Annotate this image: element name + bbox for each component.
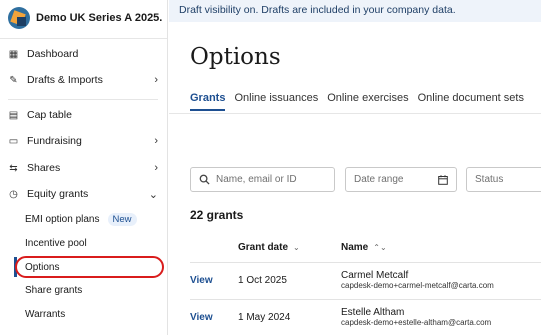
grants-count: 22 grants — [190, 208, 244, 222]
sidebar-item-cap-table[interactable]: ▤ Cap table — [8, 104, 162, 126]
chevron-down-icon: ⌄ — [148, 188, 158, 201]
sidebar-subitem-options[interactable]: Options — [25, 257, 59, 277]
sidebar-item-drafts-imports[interactable]: ✎ Drafts & Imports › — [8, 69, 162, 91]
sidebar-item-label: Shares — [27, 162, 61, 174]
status-placeholder: Status — [475, 174, 504, 185]
column-header-label: Name — [341, 242, 369, 253]
sidebar-item-dashboard[interactable]: ▦ Dashboard — [8, 43, 162, 65]
holder-email: capdesk-demo+estelle-altham@carta.com — [341, 318, 492, 327]
search-placeholder: Name, email or ID — [216, 174, 297, 185]
holder-name: Estelle Altham — [341, 307, 405, 318]
calendar-icon — [438, 174, 448, 185]
view-link[interactable]: View — [190, 312, 213, 323]
sidebar-subitem-share-grants[interactable]: Share grants — [25, 280, 82, 300]
column-header-label: Grant date — [238, 242, 289, 253]
sidebar-item-label: Fundraising — [27, 135, 82, 147]
chevron-right-icon: › — [154, 162, 158, 174]
holder-name: Carmel Metcalf — [341, 270, 409, 281]
column-header-name[interactable]: Name ⌃⌄ — [341, 242, 387, 253]
sort-desc-icon: ⌄ — [293, 243, 300, 252]
sidebar-item-label: Equity grants — [27, 188, 89, 200]
clock-icon: ◷ — [9, 188, 18, 200]
table-header-divider — [190, 262, 541, 263]
pencil-icon: ✎ — [9, 74, 18, 86]
grant-date-cell: 1 Oct 2025 — [238, 275, 287, 286]
search-icon — [199, 174, 210, 185]
sidebar-item-label: Cap table — [27, 109, 72, 121]
sidebar-item-label: Drafts & Imports — [27, 74, 103, 86]
company-logo — [8, 7, 30, 29]
company-name: Demo UK Series A 2025. — [36, 12, 163, 24]
sort-icon: ⌃⌄ — [373, 243, 387, 252]
shares-icon: ⇆ — [9, 162, 18, 174]
sidebar-subitem-label: EMI option plans — [25, 213, 100, 225]
company-switcher[interactable]: Demo UK Series A 2025. — [8, 7, 162, 29]
tab-bar: Grants Online issuances Online exercises… — [190, 92, 524, 111]
table-icon: ▤ — [8, 109, 19, 121]
name-cell: Carmel Metcalf capdesk-demo+carmel-metca… — [341, 270, 494, 290]
table-row-divider — [190, 299, 541, 300]
tabs-divider — [169, 113, 541, 114]
fundraising-icon: ▭ — [8, 135, 19, 147]
sidebar-subitem-emi-option-plans[interactable]: EMI option plans New — [25, 209, 137, 229]
tab-online-exercises[interactable]: Online exercises — [327, 92, 408, 111]
sidebar: Demo UK Series A 2025. ▦ Dashboard ✎ Dra… — [0, 0, 168, 335]
tab-online-issuances[interactable]: Online issuances — [234, 92, 318, 111]
page-title: Options — [190, 44, 281, 70]
name-cell: Estelle Altham capdesk-demo+estelle-alth… — [341, 307, 491, 327]
column-header-grant-date[interactable]: Grant date ⌄ — [238, 242, 300, 253]
tab-online-document-sets[interactable]: Online document sets — [418, 92, 524, 111]
search-input[interactable]: Name, email or ID — [190, 167, 335, 192]
sidebar-item-fundraising[interactable]: ▭ Fundraising › — [8, 130, 162, 152]
grant-date-cell: 1 May 2024 — [238, 312, 291, 323]
sidebar-subitem-label: Warrants — [25, 308, 66, 320]
date-range-placeholder: Date range — [354, 174, 404, 185]
sidebar-divider — [8, 99, 158, 100]
status-select[interactable]: Status — [466, 167, 541, 192]
chevron-right-icon: › — [154, 135, 158, 147]
view-link[interactable]: View — [190, 275, 213, 286]
chevron-right-icon: › — [154, 74, 158, 86]
holder-email: capdesk-demo+carmel-metcalf@carta.com — [341, 281, 494, 290]
sidebar-item-shares[interactable]: ⇆ Shares › — [8, 157, 162, 179]
sidebar-subitem-warrants[interactable]: Warrants — [25, 304, 65, 324]
sidebar-subitem-incentive-pool[interactable]: Incentive pool — [25, 233, 87, 253]
sidebar-subitem-label: Incentive pool — [25, 237, 87, 249]
sidebar-subitem-label: Share grants — [25, 284, 83, 296]
dashboard-icon: ▦ — [8, 48, 19, 60]
tab-grants[interactable]: Grants — [190, 92, 226, 111]
draft-visibility-banner: Draft visibility on. Drafts are included… — [169, 0, 541, 22]
new-badge: New — [107, 212, 137, 226]
sidebar-divider — [0, 38, 167, 39]
sidebar-item-equity-grants[interactable]: ◷ Equity grants ⌄ — [8, 183, 162, 205]
date-range-input[interactable]: Date range — [345, 167, 457, 192]
sidebar-item-label: Dashboard — [27, 48, 79, 60]
sidebar-subitem-label: Options — [25, 261, 60, 273]
